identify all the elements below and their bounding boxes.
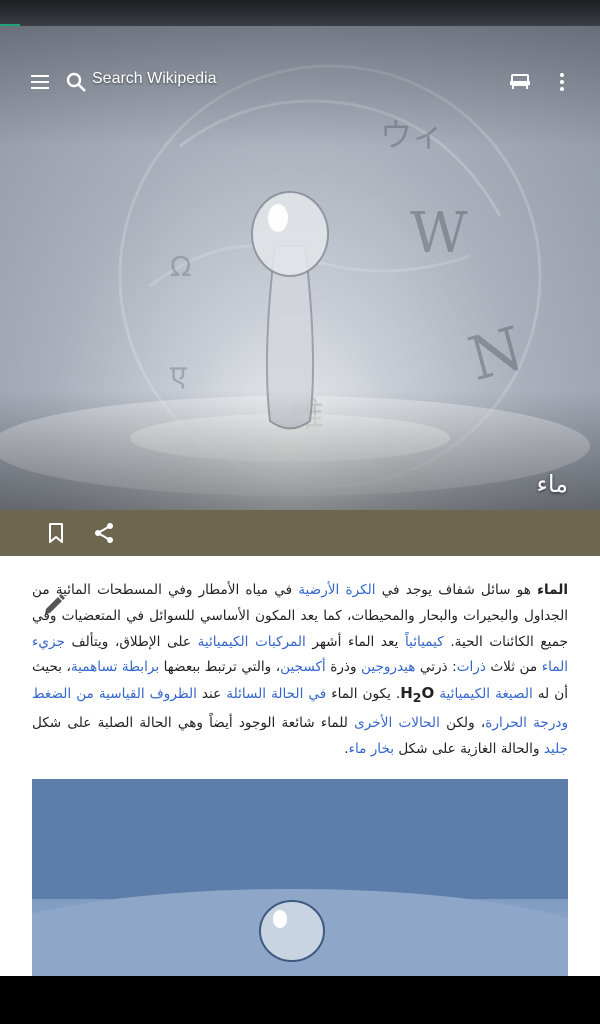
lead-image[interactable]: W N ウィ 維 ए Ω Search Wikipedia ماء: [0, 26, 600, 510]
menu-icon[interactable]: [28, 70, 52, 94]
link-oxygen[interactable]: أكسجين: [280, 659, 326, 675]
text: ، ولكن: [439, 714, 486, 731]
article-lead-paragraph: الماء هو سائل شفاف يوجد في الكرة الأرضية…: [32, 578, 568, 763]
link-atoms[interactable]: ذرات: [457, 659, 486, 675]
svg-text:N: N: [462, 314, 531, 395]
status-bar: [0, 0, 600, 27]
text: عند: [196, 686, 227, 703]
bottom-gradient: [0, 390, 600, 510]
page-action-bar: [0, 510, 600, 556]
link-other-states[interactable]: الحالات الأخرى: [354, 715, 440, 731]
link-liquid-state[interactable]: في الحالة السائلة: [226, 686, 326, 702]
search-icon[interactable]: [64, 70, 88, 94]
text: على الإطلاق، ويتألف: [64, 633, 198, 650]
text: من ثلاث: [485, 659, 542, 676]
svg-text:ए: ए: [170, 359, 188, 394]
water-drop-photo: [32, 779, 568, 976]
text: يعد الماء أشهر: [305, 633, 406, 650]
svg-text:Ω: Ω: [170, 250, 191, 283]
formula-h: H: [400, 684, 413, 703]
search-input[interactable]: Search Wikipedia: [92, 70, 217, 88]
text: ، والتي ترتبط ببعضها: [159, 659, 281, 676]
link-hydrogen[interactable]: هيدروجين: [361, 659, 415, 675]
link-covalent-bond[interactable]: برابطة تساهمية: [71, 659, 159, 675]
svg-text:W: W: [410, 201, 468, 266]
formula-o: O: [421, 684, 435, 703]
article-subject: الماء: [537, 582, 568, 598]
text: : ذرتي: [415, 659, 457, 676]
link-chemically[interactable]: كيميائياً: [405, 634, 444, 650]
text: وذرة: [325, 659, 361, 676]
share-icon[interactable]: [92, 521, 116, 545]
text: والحالة الغازية على شكل: [394, 740, 544, 757]
tabs-icon[interactable]: [508, 70, 532, 94]
overflow-menu-icon[interactable]: [550, 70, 574, 94]
link-chemical-compounds[interactable]: المركبات الكيميائية: [198, 634, 306, 650]
infobox-image[interactable]: [32, 779, 568, 976]
text: هو سائل شفاف يوجد في: [375, 582, 538, 598]
link-earth[interactable]: الكرة الأرضية: [298, 582, 375, 598]
text: للماء شائعة الوجود أيضاً وهي الحالة الصل…: [32, 714, 355, 731]
link-chemical-formula[interactable]: الصيغة الكيميائية: [439, 686, 532, 702]
link-water-vapor[interactable]: بخار ماء: [349, 741, 394, 757]
navigation-bar: [0, 976, 600, 1024]
bookmark-icon[interactable]: [44, 521, 68, 545]
link-ice[interactable]: جليد: [544, 741, 568, 757]
text: . يكون الماء: [326, 686, 401, 703]
chemical-formula: H2O: [400, 684, 435, 705]
page-title: ماء: [536, 470, 568, 498]
